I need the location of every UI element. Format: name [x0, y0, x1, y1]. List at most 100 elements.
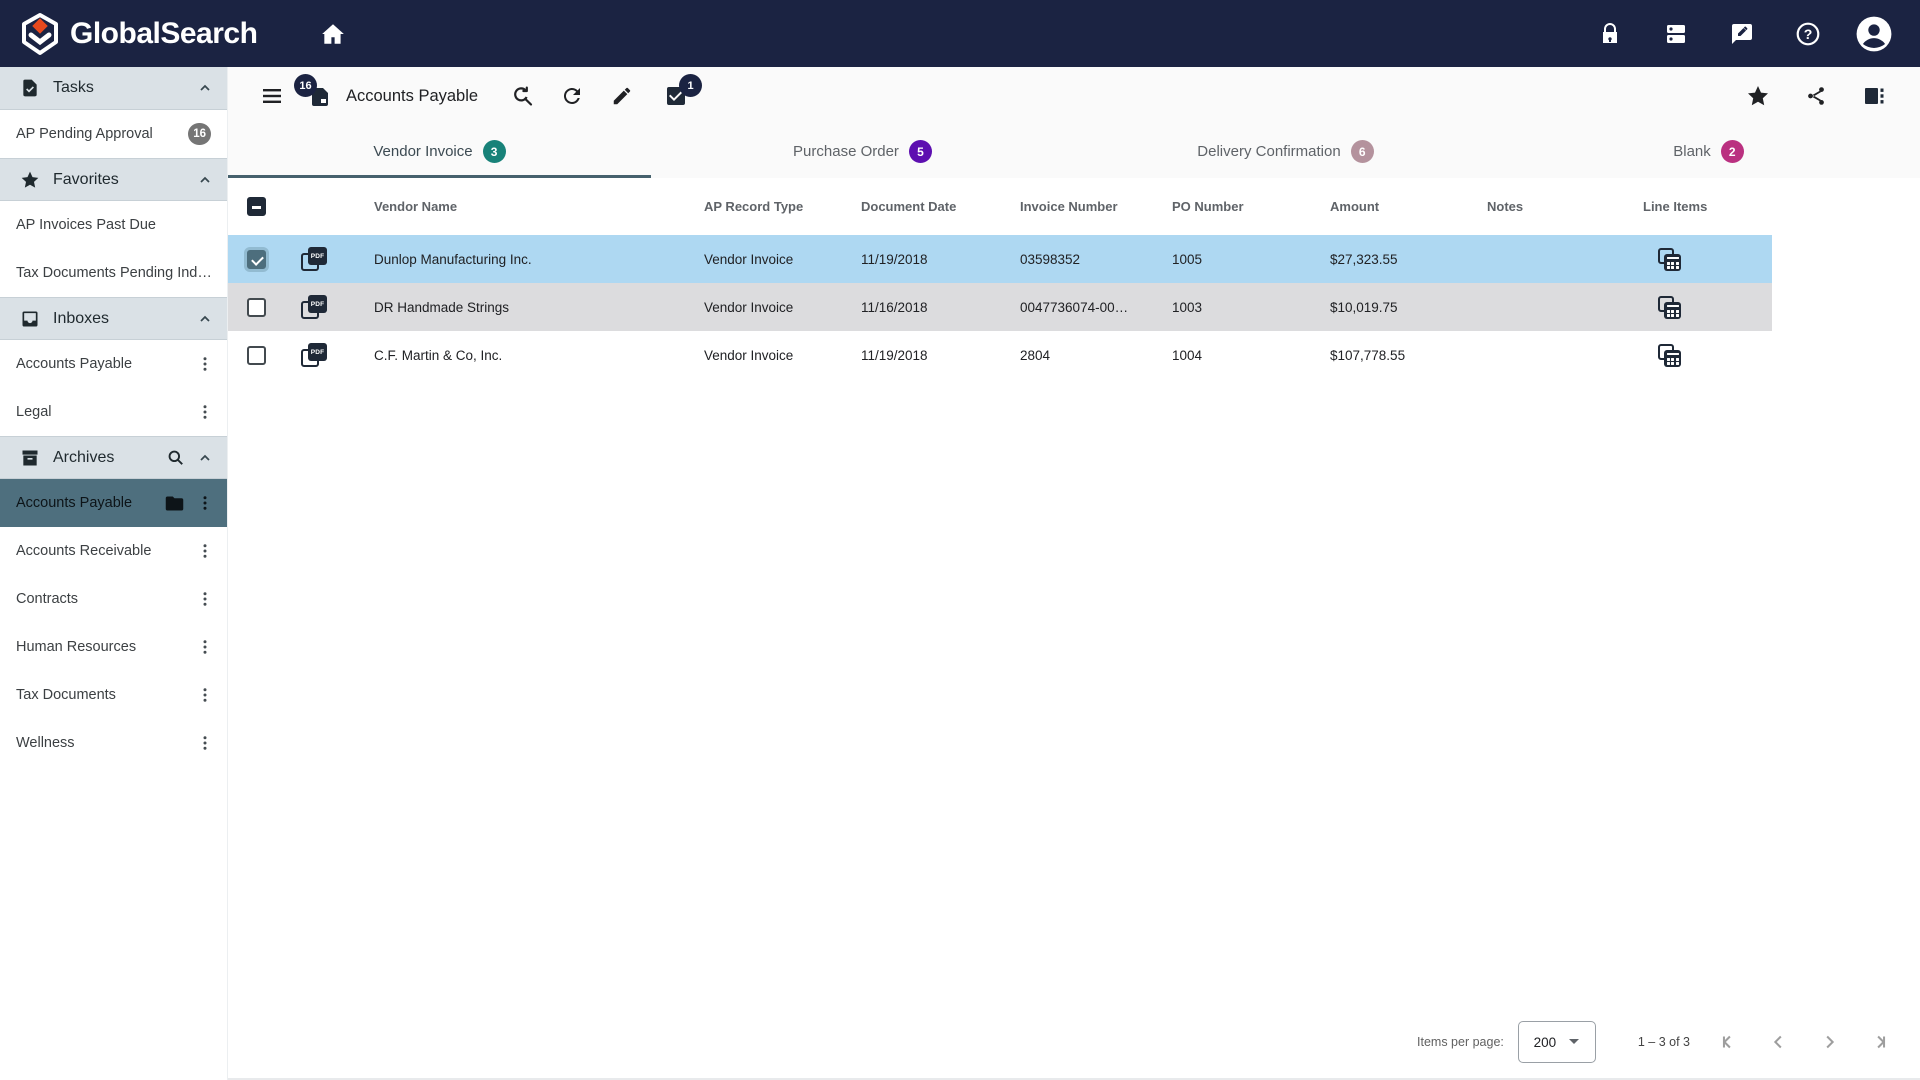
modify-search-button[interactable] [502, 76, 542, 116]
lock-button[interactable] [1590, 14, 1630, 54]
feedback-icon [1730, 22, 1754, 46]
account-button[interactable] [1854, 14, 1894, 54]
kebab-menu-icon[interactable] [193, 635, 217, 659]
sidebar-item-inbox-legal[interactable]: Legal [0, 388, 227, 436]
selected-count-badge: 1 [679, 74, 703, 97]
globalsearch-logo-icon [18, 12, 62, 56]
line-items-icon[interactable] [1657, 247, 1681, 271]
column-header[interactable]: Document Date [831, 199, 990, 214]
cell-amount: $10,019.75 [1330, 299, 1398, 315]
kebab-menu-icon[interactable] [193, 683, 217, 707]
share-button[interactable] [1796, 76, 1836, 116]
line-items-icon[interactable] [1657, 295, 1681, 319]
table-row[interactable]: PDF DR Handmade Strings Vendor Invoice 1… [228, 283, 1772, 331]
column-header[interactable]: Line Items [1613, 199, 1772, 214]
home-button[interactable] [313, 14, 353, 54]
sidebar-item-archive-contracts[interactable]: Contracts [0, 575, 227, 623]
sidebar-item-label: Wellness [16, 735, 75, 751]
kebab-menu-icon[interactable] [193, 352, 217, 376]
kebab-menu-icon[interactable] [193, 491, 217, 515]
cell-ap-record-type: Vendor Invoice [704, 299, 794, 315]
table-header-row: Vendor Name AP Record Type Document Date… [228, 178, 1772, 235]
tab-delivery-confirmation[interactable]: Delivery Confirmation 6 [1074, 125, 1497, 178]
chevron-left-icon [1768, 1031, 1790, 1053]
sidebar-item-tax-documents-pending[interactable]: Tax Documents Pending Inde… [0, 249, 227, 297]
refresh-button[interactable] [552, 76, 592, 116]
section-header-favorites[interactable]: Favorites [0, 158, 227, 201]
brand: GlobalSearch [18, 12, 258, 56]
first-page-button[interactable] [1716, 1029, 1742, 1055]
queue-button[interactable]: 16 [294, 74, 340, 116]
edit-button[interactable] [602, 76, 642, 116]
last-page-button[interactable] [1866, 1029, 1892, 1055]
sidebar-item-ap-pending-approval[interactable]: AP Pending Approval 16 [0, 110, 227, 158]
column-header[interactable]: AP Record Type [674, 199, 831, 214]
sidebar-item-label: AP Pending Approval [16, 126, 153, 142]
pdf-document-icon[interactable]: PDF [301, 343, 327, 367]
tab-blank[interactable]: Blank 2 [1497, 125, 1920, 178]
column-header[interactable]: Amount [1300, 199, 1457, 214]
cell-invoice-number: 03598352 [1020, 251, 1081, 267]
column-header[interactable]: PO Number [1142, 199, 1300, 214]
help-button[interactable]: ? [1788, 14, 1828, 54]
favorite-button[interactable] [1738, 76, 1778, 116]
row-checkbox[interactable] [246, 249, 266, 269]
line-items-icon[interactable] [1657, 343, 1681, 367]
last-page-icon [1868, 1031, 1890, 1053]
kebab-menu-icon[interactable] [193, 731, 217, 755]
column-header[interactable]: Notes [1457, 199, 1613, 214]
folder-icon [164, 493, 185, 514]
tasks-icon [20, 78, 40, 98]
cell-document-date: 11/16/2018 [861, 299, 928, 315]
sidebar-item-label: Tax Documents Pending Inde… [16, 265, 217, 281]
kebab-menu-icon[interactable] [193, 587, 217, 611]
chevron-up-icon[interactable] [197, 172, 213, 188]
select-all-checkbox[interactable] [246, 197, 266, 216]
sidebar-item-archive-accounts-receivable[interactable]: Accounts Receivable [0, 527, 227, 575]
chevron-up-icon[interactable] [197, 80, 213, 96]
dns-icon [1664, 22, 1688, 46]
chevron-up-icon[interactable] [197, 450, 213, 466]
kebab-menu-icon[interactable] [193, 539, 217, 563]
sidebar: Tasks AP Pending Approval 16 Favorites A… [0, 67, 228, 1080]
dns-button[interactable] [1656, 14, 1696, 54]
table-row[interactable]: PDF Dunlop Manufacturing Inc. Vendor Inv… [228, 235, 1772, 283]
kebab-menu-icon[interactable] [193, 400, 217, 424]
sidebar-item-archive-tax-documents[interactable]: Tax Documents [0, 671, 227, 719]
row-checkbox[interactable] [246, 345, 266, 365]
svg-text:?: ? [1804, 25, 1813, 41]
queue-count-badge: 16 [294, 74, 317, 97]
row-checkbox[interactable] [246, 297, 266, 317]
next-page-button[interactable] [1816, 1029, 1842, 1055]
selected-documents-button[interactable]: 1 [656, 74, 703, 116]
tab-vendor-invoice[interactable]: Vendor Invoice 3 [228, 125, 651, 178]
sidebar-item-archive-accounts-payable[interactable]: Accounts Payable [0, 479, 227, 527]
chevron-up-icon[interactable] [197, 311, 213, 327]
sidebar-item-archive-human-resources[interactable]: Human Resources [0, 623, 227, 671]
column-header[interactable]: Invoice Number [990, 199, 1142, 214]
sidebar-item-archive-wellness[interactable]: Wellness [0, 719, 227, 767]
section-header-archives[interactable]: Archives [0, 436, 227, 479]
cell-vendor-name: Dunlop Manufacturing Inc. [374, 251, 532, 267]
feedback-button[interactable] [1722, 14, 1762, 54]
tab-purchase-order[interactable]: Purchase Order 5 [651, 125, 1074, 178]
page-size-value: 200 [1533, 1034, 1557, 1050]
pdf-document-icon[interactable]: PDF [301, 295, 327, 319]
split-view-icon [1862, 84, 1886, 108]
previous-page-button[interactable] [1766, 1029, 1792, 1055]
pdf-document-icon[interactable]: PDF [301, 247, 327, 271]
page-size-select[interactable]: 200 [1517, 1021, 1596, 1063]
archive-toolbar: 16 Accounts Payable 1 [228, 67, 1920, 125]
section-header-inboxes[interactable]: Inboxes [0, 297, 227, 340]
section-header-tasks[interactable]: Tasks [0, 67, 227, 110]
cell-document-date: 11/19/2018 [861, 251, 928, 267]
table-row[interactable]: PDF C.F. Martin & Co, Inc. Vendor Invoic… [228, 331, 1772, 379]
row-pdf-cell: PDF [284, 343, 344, 367]
sidebar-item-ap-invoices-past-due[interactable]: AP Invoices Past Due [0, 201, 227, 249]
sidebar-item-inbox-accounts-payable[interactable]: Accounts Payable [0, 340, 227, 388]
archive-search-icon[interactable] [166, 448, 185, 467]
menu-button[interactable] [252, 76, 292, 116]
view-options-button[interactable] [1854, 76, 1894, 116]
column-header[interactable]: Vendor Name [344, 199, 674, 214]
cell-vendor-name: C.F. Martin & Co, Inc. [374, 347, 503, 363]
